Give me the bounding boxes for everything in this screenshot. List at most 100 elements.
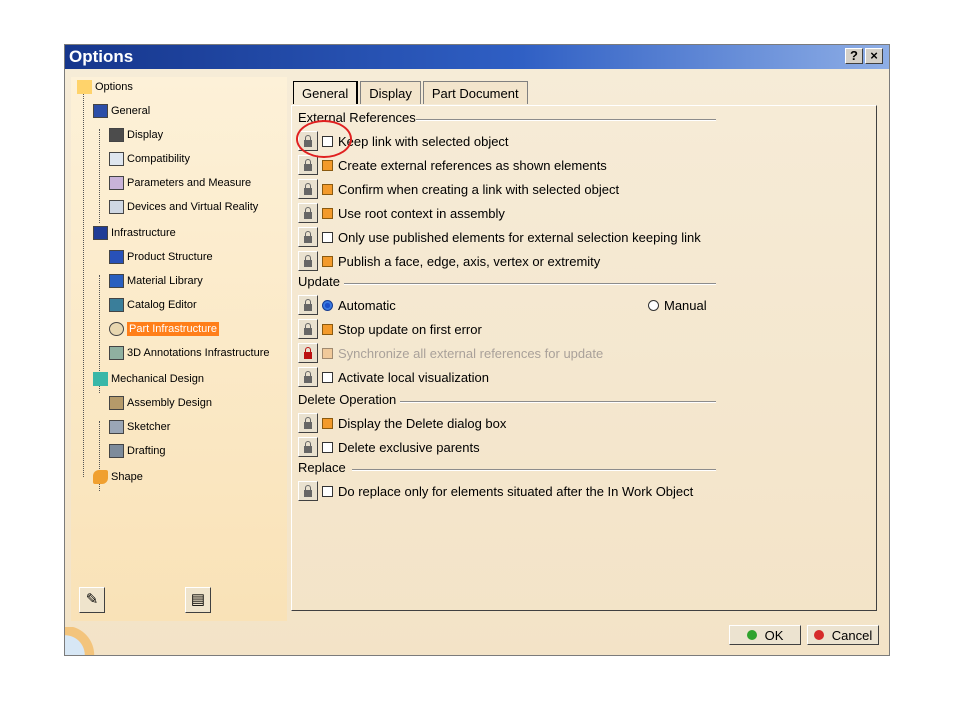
checkbox-synchronize-references [322,347,333,359]
checkbox-keep-link[interactable] [322,135,333,147]
wrench-icon: ✎ [85,591,99,608]
option-published-elements[interactable]: Only use published elements for external… [298,226,701,248]
tab-general[interactable]: General [293,81,359,104]
checkbox-replace-after-in-work[interactable] [322,485,333,497]
lock-icon[interactable] [298,367,318,387]
lock-icon[interactable] [298,319,318,339]
tree-item-product-structure[interactable]: Product Structure [109,247,213,267]
tree-item-mechanical-design[interactable]: Mechanical Design [93,369,204,389]
option-replace-after-in-work[interactable]: Do replace only for elements situated af… [298,480,693,502]
tree-item-compatibility[interactable]: Compatibility [109,149,190,169]
tree-item-infrastructure[interactable]: Infrastructure [93,223,176,243]
group-title-replace: Replace [298,460,346,475]
devices-icon [109,200,124,214]
checkbox-publish-face[interactable] [322,255,333,267]
tree-item-sketcher[interactable]: Sketcher [109,417,170,437]
cancel-icon [813,630,824,640]
options-dialog: Options ? × Options General Display Comp… [64,44,890,656]
lock-icon[interactable] [298,155,318,175]
option-keep-link[interactable]: Keep link with selected object [298,130,509,152]
lock-icon[interactable] [298,227,318,247]
cancel-button[interactable]: Cancel [807,625,879,645]
document-icon: ▤ [190,591,206,608]
tree-item-devices-vr[interactable]: Devices and Virtual Reality [109,197,258,217]
product-structure-icon [109,250,124,264]
option-create-external-references[interactable]: Create external references as shown elem… [298,154,607,176]
option-confirm-link[interactable]: Confirm when creating a link with select… [298,178,619,200]
annotations-icon [109,346,124,360]
lock-icon[interactable] [298,437,318,457]
checkbox-published-elements[interactable] [322,231,333,243]
tree-item-parameters-and-measure[interactable]: Parameters and Measure [109,173,251,193]
display-icon [109,128,124,142]
option-manual-update[interactable]: Manual [648,294,707,316]
part-infrastructure-icon [109,322,124,336]
option-root-context[interactable]: Use root context in assembly [298,202,505,224]
general-icon [93,104,108,118]
close-button[interactable]: × [865,48,883,64]
selected-tree-label: Part Infrastructure [127,322,220,336]
checkbox-create-external-references[interactable] [322,159,333,171]
tools-options-button[interactable]: ✎ [79,587,105,613]
shape-icon [93,470,108,484]
tab-part-document[interactable]: Part Document [422,81,528,104]
tree-item-display[interactable]: Display [109,125,163,145]
assembly-design-icon [109,396,124,410]
option-synchronize-references: Synchronize all external references for … [298,342,603,364]
locked-red-icon[interactable] [298,343,318,363]
option-local-visualization[interactable]: Activate local visualization [298,366,489,388]
tree-item-catalog-editor[interactable]: Catalog Editor [109,295,197,315]
checkbox-stop-update[interactable] [322,323,333,335]
option-automatic-update[interactable]: Automatic [298,294,396,316]
options-icon [77,80,92,94]
option-delete-dialog[interactable]: Display the Delete dialog box [298,412,506,434]
lock-icon[interactable] [298,481,318,501]
sketcher-icon [109,420,124,434]
options-tree: Options General Display Compatibility Pa… [71,77,287,621]
radio-automatic[interactable] [322,299,333,311]
lock-icon[interactable] [298,203,318,223]
checkbox-delete-exclusive-parents[interactable] [322,441,333,453]
export-options-button[interactable]: ▤ [185,587,211,613]
group-divider [416,119,716,121]
infrastructure-icon [93,226,108,240]
option-stop-update[interactable]: Stop update on first error [298,318,482,340]
group-divider [352,469,716,471]
mechanical-design-icon [93,372,108,386]
tree-item-drafting[interactable]: Drafting [109,441,166,461]
catalog-editor-icon [109,298,124,312]
ok-icon [746,630,757,640]
tab-strip: General Display Part Document [293,81,530,105]
tree-item-material-library[interactable]: Material Library [109,271,203,291]
tree-item-options-root[interactable]: Options [77,77,133,97]
compatibility-icon [109,152,124,166]
lock-icon[interactable] [298,295,318,315]
lock-icon[interactable] [298,179,318,199]
tree-item-shape[interactable]: Shape [93,467,143,487]
tree-item-part-infrastructure[interactable]: Part Infrastructure [109,319,220,339]
tree-item-3d-annotations[interactable]: 3D Annotations Infrastructure [109,343,269,363]
group-title-delete-operation: Delete Operation [298,392,397,407]
group-title-update: Update [298,274,340,289]
option-publish-face[interactable]: Publish a face, edge, axis, vertex or ex… [298,250,600,272]
lock-icon[interactable] [298,131,318,151]
parameters-icon [109,176,124,190]
tab-display[interactable]: Display [360,81,421,104]
checkbox-local-visualization[interactable] [322,371,333,383]
ok-button[interactable]: OK [729,625,801,645]
checkbox-root-context[interactable] [322,207,333,219]
group-divider [400,401,716,403]
lock-icon[interactable] [298,251,318,271]
lock-icon[interactable] [298,413,318,433]
option-delete-exclusive-parents[interactable]: Delete exclusive parents [298,436,480,458]
group-divider [344,283,716,285]
checkbox-delete-dialog[interactable] [322,417,333,429]
tree-item-assembly-design[interactable]: Assembly Design [109,393,212,413]
drafting-icon [109,444,124,458]
checkbox-confirm-link[interactable] [322,183,333,195]
group-title-external-references: External References [298,110,416,125]
title-bar[interactable]: Options ? × [65,45,889,69]
tree-item-general[interactable]: General [93,101,150,121]
radio-manual[interactable] [648,299,659,311]
help-button[interactable]: ? [845,48,863,64]
